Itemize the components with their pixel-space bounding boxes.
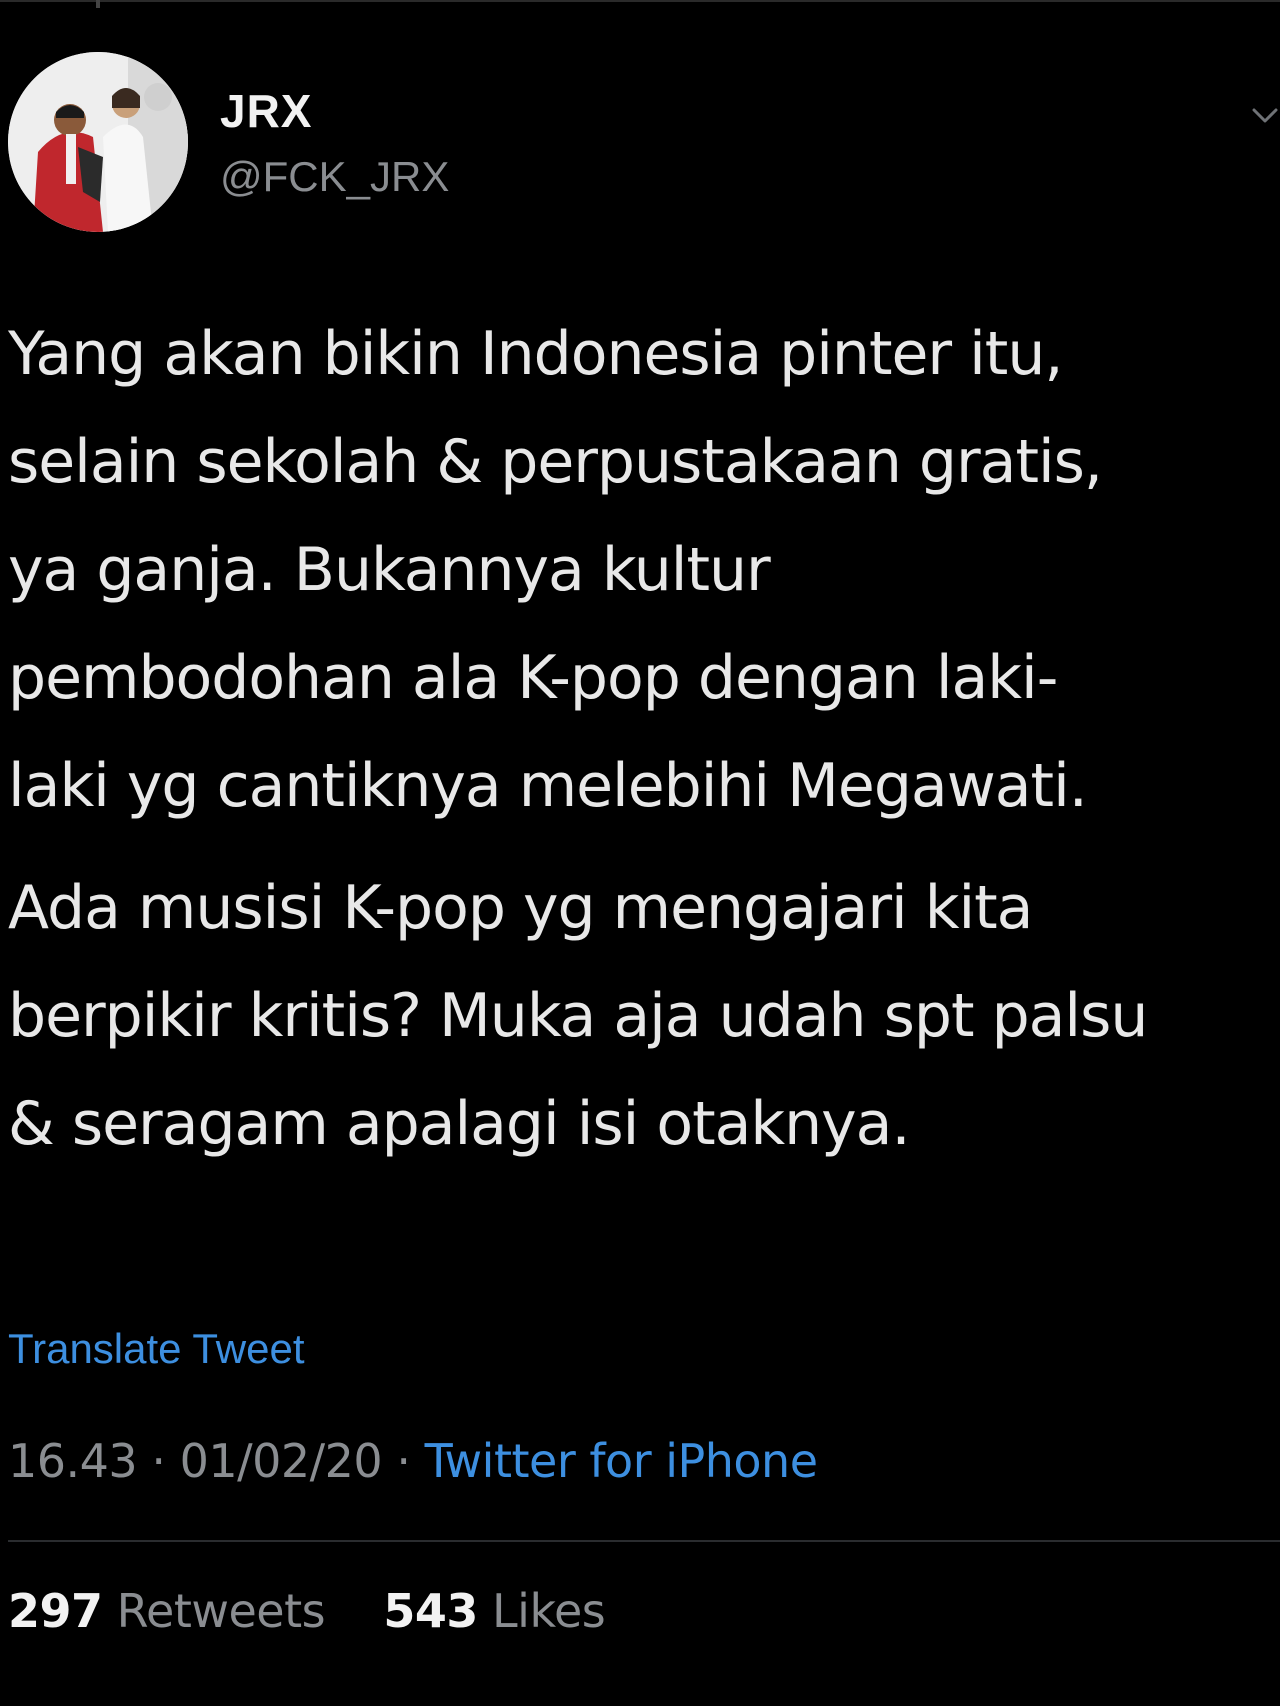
user-handle[interactable]: @FCK_JRX <box>220 156 449 198</box>
translate-tweet-link[interactable]: Translate Tweet <box>8 1328 304 1370</box>
tweet-paragraph: Yang akan bikin Indonesia pinter itu, se… <box>8 300 1280 840</box>
likes-label: Likes <box>492 1584 606 1638</box>
tweet-line: ya ganja. Bukannya kultur <box>8 535 771 605</box>
retweets-count: 297 <box>8 1584 103 1638</box>
retweets-label: Retweets <box>116 1584 326 1638</box>
top-tick <box>96 0 100 8</box>
tweet-stats: 297 Retweets 543 Likes <box>8 1588 606 1634</box>
tweet-line: berpikir kritis? Muka aja udah spt palsu <box>8 981 1148 1051</box>
tweet-date[interactable]: 01/02/20 <box>180 1434 383 1488</box>
tweet-line: Yang akan bikin Indonesia pinter itu, <box>8 319 1063 389</box>
chevron-down-icon[interactable] <box>1250 100 1280 130</box>
tweet-line: pembodohan ala K-pop dengan laki- <box>8 643 1058 713</box>
likes-stat[interactable]: 543 Likes <box>369 1584 605 1638</box>
tweet-header: JRX @FCK_JRX <box>8 52 1278 242</box>
avatar[interactable] <box>8 52 188 232</box>
retweets-stat[interactable]: 297 Retweets <box>8 1584 339 1638</box>
tweet-source-link[interactable]: Twitter for iPhone <box>425 1434 818 1488</box>
meta-separator: · <box>396 1434 411 1488</box>
tweet-time[interactable]: 16.43 <box>8 1434 138 1488</box>
tweet-line: Ada musisi K-pop yg mengajari kita <box>8 873 1033 943</box>
tweet-paragraph: Ada musisi K-pop yg mengajari kita berpi… <box>8 854 1280 1178</box>
avatar-image <box>8 52 188 232</box>
tweet-meta: 16.43 · 01/02/20 · Twitter for iPhone <box>8 1438 818 1484</box>
author-block[interactable]: JRX @FCK_JRX <box>220 88 449 198</box>
display-name[interactable]: JRX <box>220 88 449 134</box>
tweet-line: laki yg cantiknya melebihi Megawati. <box>8 751 1088 821</box>
tweet-line: selain sekolah & perpustakaan gratis, <box>8 427 1103 497</box>
likes-count: 543 <box>383 1584 478 1638</box>
tweet-text: Yang akan bikin Indonesia pinter itu, se… <box>8 300 1280 1178</box>
meta-separator: · <box>151 1434 166 1488</box>
top-border <box>0 0 1280 6</box>
tweet-line: & seragam apalagi isi otaknya. <box>8 1089 911 1159</box>
divider <box>8 1540 1280 1542</box>
